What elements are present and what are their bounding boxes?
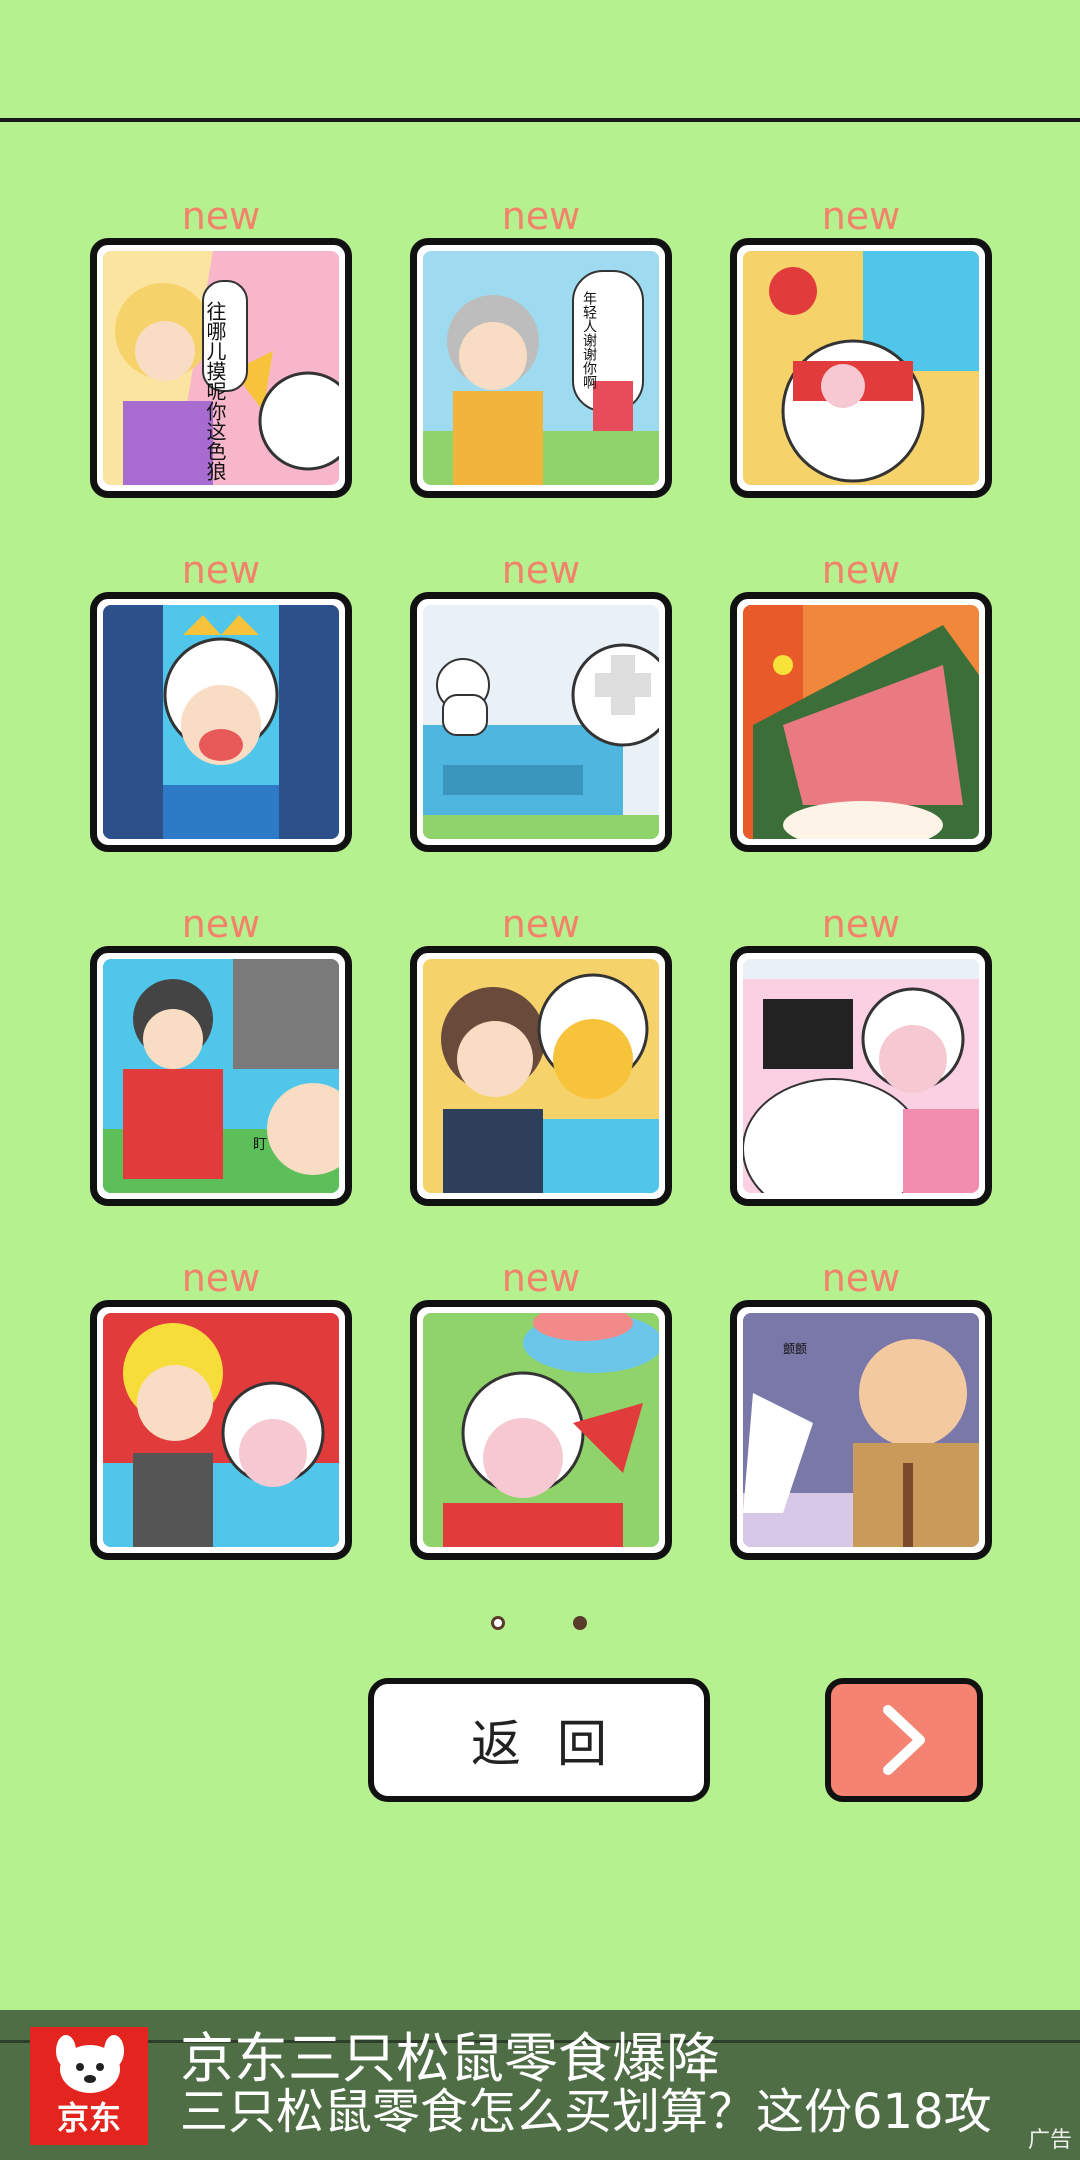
speech-bubble-text: 盯 (253, 1137, 267, 1153)
new-badge: new (501, 902, 581, 946)
page-dot-1[interactable] (491, 1616, 505, 1630)
ad-logo-text: 京东 (56, 2099, 121, 2137)
ad-banner[interactable]: 京东 京东三只松鼠零食爆降 三只松鼠零食怎么买划算？这份618攻 广告 (0, 2010, 1080, 2160)
ad-tag: 广告 (1027, 2128, 1072, 2153)
chevron-right-icon (883, 1705, 925, 1775)
next-page-button[interactable] (825, 1678, 983, 1802)
level-card-4[interactable] (90, 592, 352, 852)
header-divider (0, 118, 1080, 122)
level-card-8[interactable] (410, 946, 672, 1206)
level-card-10[interactable] (90, 1300, 352, 1560)
new-badge: new (821, 194, 901, 238)
speech-bubble-text: 年轻人谢谢你啊 (581, 291, 597, 389)
level-card-9[interactable] (730, 946, 992, 1206)
page-dot-2[interactable] (573, 1616, 587, 1630)
new-badge: new (181, 1256, 261, 1300)
new-badge: new (501, 194, 581, 238)
new-badge: new (821, 1256, 901, 1300)
level-card-6[interactable] (730, 592, 992, 852)
new-badge: new (501, 548, 581, 592)
new-badge: new (821, 902, 901, 946)
speech-bubble-text: 颤颤 (783, 1342, 807, 1356)
new-badge: new (181, 902, 261, 946)
level-card-12[interactable]: 颤颤 (730, 1300, 992, 1560)
page-indicator (0, 1616, 1080, 1636)
new-badge: new (181, 548, 261, 592)
level-card-1[interactable]: 往哪儿摸呢你这色狼 (90, 238, 352, 498)
level-card-7[interactable]: 盯 (90, 946, 352, 1206)
speech-bubble-text: 往哪儿摸呢你这色狼 (203, 301, 227, 481)
level-card-2[interactable]: 年轻人谢谢你啊 (410, 238, 672, 498)
new-badge: new (181, 194, 261, 238)
ad-title: 京东三只松鼠零食爆降 (180, 2027, 720, 2090)
ad-logo: 京东 (30, 2027, 148, 2145)
level-card-5[interactable] (410, 592, 672, 852)
new-badge: new (821, 548, 901, 592)
back-button[interactable]: 返回 (368, 1678, 710, 1802)
level-card-11[interactable] (410, 1300, 672, 1560)
ad-subtitle: 三只松鼠零食怎么买划算？这份618攻 (180, 2086, 992, 2138)
new-badge: new (501, 1256, 581, 1300)
level-card-3[interactable] (730, 238, 992, 498)
